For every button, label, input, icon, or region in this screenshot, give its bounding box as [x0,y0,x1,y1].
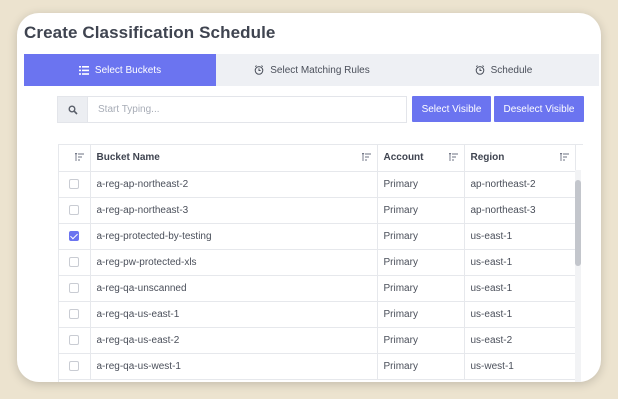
sort-icon[interactable] [559,153,569,161]
tab-schedule[interactable]: Schedule [408,54,599,86]
header-bucket-name[interactable]: Bucket Name [90,145,378,172]
header-label: Account [383,152,424,164]
sort-icon[interactable] [448,153,458,161]
bucket-name-cell: a-reg-qa-us-east-2 [90,327,378,354]
account-cell: Primary [377,223,465,250]
row-checkbox[interactable] [69,282,80,293]
row-checkbox[interactable] [69,178,80,189]
table-row[interactable]: a-reg-pw-protected-xls Primary us-east-1 [59,249,576,276]
row-checkbox[interactable] [69,256,80,267]
region-cell: ap-northeast-2 [464,171,576,198]
scrollbar-thumb[interactable] [575,180,581,266]
region-cell: ap-northeast-3 [464,197,576,224]
search-box [57,96,407,123]
tab-bar: Select Buckets Select Matching Rules Sch… [24,54,599,86]
table-row[interactable]: a-reg-ap-northeast-2 Primary ap-northeas… [59,171,576,198]
buckets-table: Bucket Name Account Region a-reg-ap-nort… [58,144,583,382]
bucket-name-cell: a-reg-ap-northeast-3 [90,197,378,224]
row-checkbox-cell[interactable] [59,275,91,302]
bucket-name-cell: a-reg-qa-us-west-1 [90,353,378,380]
bucket-name-cell: a-reg-qa-unscanned [90,275,378,302]
table-row[interactable]: a-reg-protected-by-testing Primary us-ea… [59,223,576,250]
row-checkbox-cell[interactable] [59,353,91,380]
row-checkbox[interactable] [69,360,80,371]
table-header-row: Bucket Name Account Region [59,145,576,172]
row-checkbox-cell[interactable] [59,249,91,276]
row-checkbox-checked[interactable] [69,230,80,241]
table-row[interactable]: a-reg-ap-northeast-3 Primary ap-northeas… [59,197,576,224]
region-cell: us-east-1 [464,275,576,302]
header-select[interactable] [59,145,91,172]
account-cell: Primary [377,353,465,380]
tab-select-buckets[interactable]: Select Buckets [24,54,216,86]
row-checkbox-cell[interactable] [59,171,91,198]
sort-icon[interactable] [74,153,84,161]
account-cell: Primary [377,327,465,354]
search-input[interactable] [88,97,406,122]
account-cell: Primary [377,249,465,276]
account-cell: Primary [377,275,465,302]
table-row[interactable]: a-reg-qa-us-east-2 Primary us-east-2 [59,327,576,354]
select-visible-button[interactable]: Select Visible [412,96,491,122]
row-checkbox[interactable] [69,308,80,319]
sort-icon[interactable] [361,153,371,161]
table-row[interactable]: a-reg-qa-us-east-1 Primary us-east-1 [59,301,576,328]
row-checkbox-cell[interactable] [59,301,91,328]
region-cell: us-east-1 [464,301,576,328]
table-row[interactable]: a-reg-qa-unscanned Primary us-east-1 [59,275,576,302]
row-checkbox[interactable] [69,204,80,215]
header-account[interactable]: Account [377,145,465,172]
bucket-name-cell: a-reg-pw-protected-xls [90,249,378,276]
table-scrollbar[interactable] [575,170,581,382]
clock-icon [475,65,485,75]
clock-icon [254,65,264,75]
region-cell: us-west-1 [464,353,576,380]
region-cell: us-east-1 [464,249,576,276]
row-checkbox-cell[interactable] [59,197,91,224]
row-checkbox[interactable] [69,334,80,345]
row-checkbox-cell[interactable] [59,327,91,354]
table-row[interactable]: a-reg-qa-us-west-1 Primary us-west-1 [59,353,576,380]
account-cell: Primary [377,171,465,198]
bucket-name-cell: a-reg-protected-by-testing [90,223,378,250]
dialog-title: Create Classification Schedule [24,23,276,42]
search-icon[interactable] [58,97,88,122]
account-cell: Primary [377,301,465,328]
bucket-name-cell: a-reg-ap-northeast-2 [90,171,378,198]
account-cell: Primary [377,197,465,224]
header-region[interactable]: Region [464,145,576,172]
header-label: Region [470,152,505,164]
region-cell: us-east-2 [464,327,576,354]
tab-label: Schedule [490,64,533,76]
dialog: Create Classification Schedule × Select … [17,13,601,382]
tab-label: Select Buckets [94,64,162,76]
header-label: Bucket Name [96,152,160,164]
tab-label: Select Matching Rules [270,64,370,76]
region-cell: us-east-1 [464,223,576,250]
deselect-visible-button[interactable]: Deselect Visible [494,96,584,122]
tab-select-matching-rules[interactable]: Select Matching Rules [216,54,408,86]
bucket-name-cell: a-reg-qa-us-east-1 [90,301,378,328]
list-icon [78,65,89,75]
row-checkbox-cell[interactable] [59,223,91,250]
